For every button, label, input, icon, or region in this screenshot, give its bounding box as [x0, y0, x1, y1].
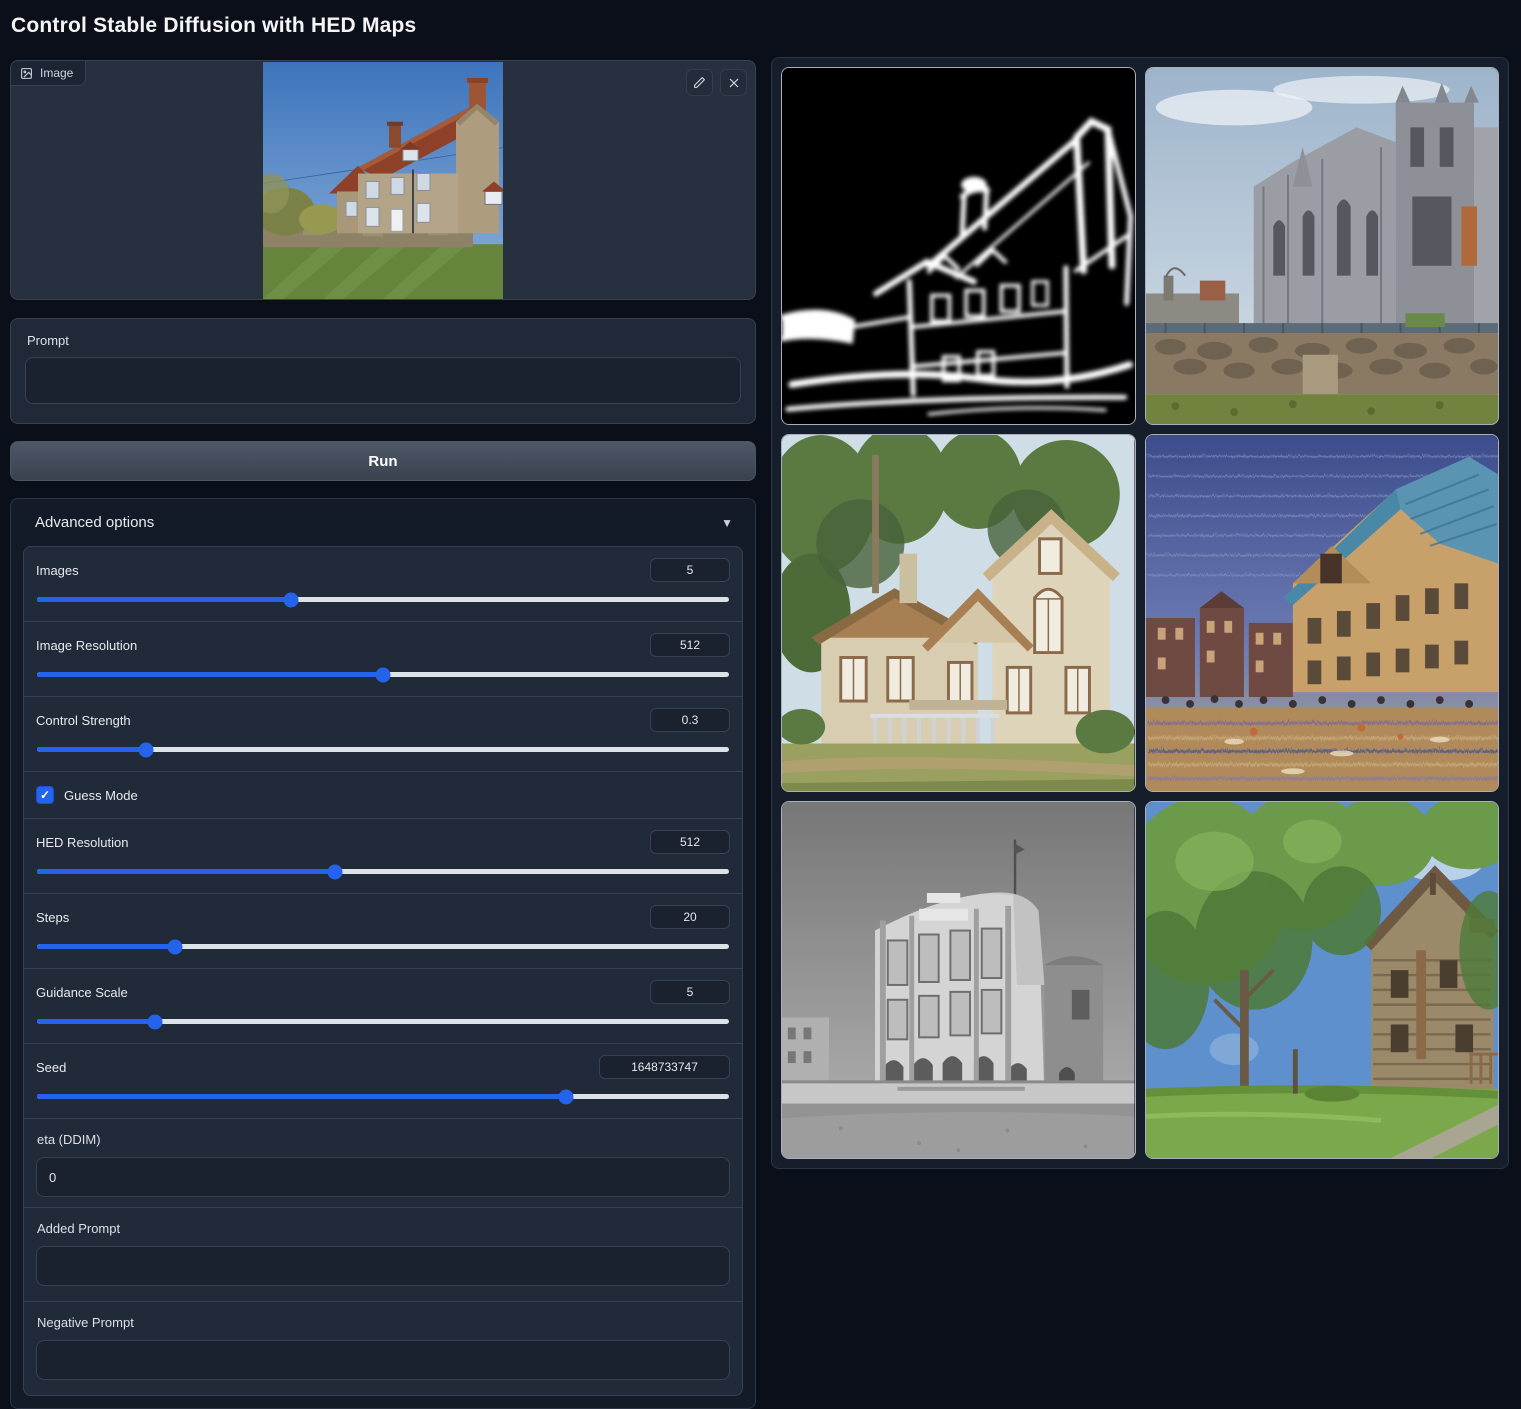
guidance-scale-label: Guidance Scale: [36, 985, 128, 1000]
impressionist-painting-image: [1146, 435, 1499, 791]
guidance-scale-slider[interactable]: [37, 1019, 729, 1024]
added-prompt-row: Added Prompt: [24, 1208, 742, 1302]
input-image-component[interactable]: Image: [10, 60, 756, 300]
prompt-input[interactable]: [25, 357, 741, 404]
images-slider[interactable]: [37, 597, 729, 602]
negative-prompt-row: Negative Prompt: [24, 1302, 742, 1395]
image-resolution-label: Image Resolution: [36, 638, 137, 653]
eta-row: eta (DDIM): [24, 1119, 742, 1208]
slider-thumb[interactable]: [376, 667, 391, 682]
guidance-scale-slider-row: Guidance Scale: [24, 969, 742, 1044]
guess-mode-checkbox[interactable]: [36, 786, 54, 804]
images-value-input[interactable]: [650, 558, 730, 582]
slider-thumb[interactable]: [559, 1089, 574, 1104]
close-icon: [728, 77, 740, 89]
steps-label: Steps: [36, 910, 69, 925]
steps-value-input[interactable]: [650, 905, 730, 929]
edit-image-button[interactable]: [686, 69, 713, 96]
added-prompt-label: Added Prompt: [37, 1221, 730, 1236]
image-resolution-slider-row: Image Resolution: [24, 622, 742, 697]
seed-slider[interactable]: [37, 1094, 729, 1099]
image-type-badge: Image: [11, 61, 86, 86]
result-gallery: [771, 57, 1509, 1169]
pencil-icon: [693, 76, 706, 89]
guidance-scale-value-input[interactable]: [650, 980, 730, 1004]
control-strength-value-input[interactable]: [650, 708, 730, 732]
eta-label: eta (DDIM): [37, 1132, 730, 1147]
advanced-options-form: Images Image Resolution Control St: [23, 546, 743, 1396]
seed-label: Seed: [36, 1060, 66, 1075]
gallery-item-impressionist[interactable]: [1145, 434, 1500, 792]
run-button[interactable]: Run: [10, 441, 756, 481]
images-slider-row: Images: [24, 547, 742, 622]
prompt-block: Prompt: [10, 318, 756, 424]
prompt-label: Prompt: [27, 333, 741, 348]
negative-prompt-input[interactable]: [36, 1340, 730, 1380]
slider-thumb[interactable]: [147, 1014, 162, 1029]
image-badge-label: Image: [40, 66, 73, 80]
wooden-house-with-trees-image: [1146, 802, 1499, 1158]
slider-thumb[interactable]: [168, 939, 183, 954]
gallery-item-cathedral[interactable]: [1145, 67, 1500, 425]
hed-resolution-label: HED Resolution: [36, 835, 129, 850]
chevron-down-icon: ▼: [721, 516, 733, 530]
advanced-options-accordion: Advanced options ▼ Images Image Resoluti…: [10, 498, 756, 1409]
control-strength-slider[interactable]: [37, 747, 729, 752]
control-strength-label: Control Strength: [36, 713, 131, 728]
steps-slider[interactable]: [37, 944, 729, 949]
eta-input[interactable]: [36, 1157, 730, 1197]
steps-slider-row: Steps: [24, 894, 742, 969]
image-resolution-value-input[interactable]: [650, 633, 730, 657]
added-prompt-input[interactable]: [36, 1246, 730, 1286]
page-title: Control Stable Diffusion with HED Maps: [11, 14, 416, 38]
seed-slider-row: Seed: [24, 1044, 742, 1119]
clear-image-button[interactable]: [720, 69, 747, 96]
guess-mode-row: Guess Mode: [24, 772, 742, 819]
image-icon: [20, 67, 33, 80]
hed-resolution-slider[interactable]: [37, 869, 729, 874]
cream-wooden-house-image: [782, 435, 1135, 791]
images-label: Images: [36, 563, 79, 578]
advanced-options-toggle[interactable]: Advanced options ▼: [23, 511, 743, 546]
control-panel: Image: [10, 60, 756, 1409]
black-and-white-building-image: [782, 802, 1135, 1158]
advanced-options-label: Advanced options: [35, 514, 154, 531]
slider-thumb[interactable]: [138, 742, 153, 757]
stone-cathedral-image: [1146, 68, 1499, 424]
guess-mode-label: Guess Mode: [64, 788, 138, 803]
gallery-item-hed-map[interactable]: [781, 67, 1136, 425]
seed-value-input[interactable]: [599, 1055, 730, 1079]
gallery-item-green-house[interactable]: [1145, 801, 1500, 1159]
negative-prompt-label: Negative Prompt: [37, 1315, 730, 1330]
image-resolution-slider[interactable]: [37, 672, 729, 677]
control-strength-slider-row: Control Strength: [24, 697, 742, 772]
slider-thumb[interactable]: [327, 864, 342, 879]
uploaded-house-photo: [263, 62, 503, 299]
gallery-item-bw-building[interactable]: [781, 801, 1136, 1159]
slider-thumb[interactable]: [283, 592, 298, 607]
gallery-item-cream-house[interactable]: [781, 434, 1136, 792]
hed-resolution-slider-row: HED Resolution: [24, 819, 742, 894]
hed-resolution-value-input[interactable]: [650, 830, 730, 854]
hed-edge-map-image: [782, 68, 1135, 424]
